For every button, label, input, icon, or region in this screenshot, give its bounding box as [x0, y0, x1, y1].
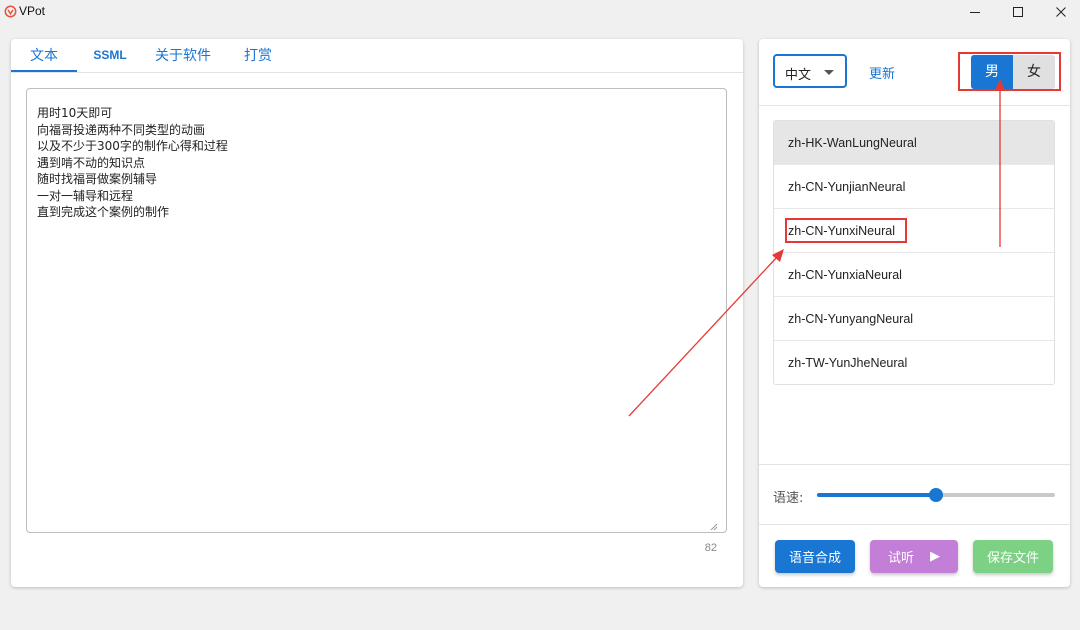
tab-tip[interactable]: 打赏 [235, 39, 281, 72]
gender-toggle: 男 女 [971, 55, 1055, 89]
editor-card: 文本 SSML 关于软件 打赏 82 [11, 39, 743, 587]
slider-thumb[interactable] [929, 488, 943, 502]
voice-item[interactable]: zh-CN-YunyangNeural [774, 297, 1054, 341]
minimize-icon [970, 12, 980, 13]
title-bar: VPot [0, 0, 1080, 24]
close-button[interactable] [1038, 0, 1080, 24]
voice-list: zh-HK-WanLungNeural zh-CN-YunjianNeural … [773, 120, 1055, 385]
app-logo-icon [4, 5, 17, 18]
listen-button[interactable]: 试听 ▶ [870, 540, 958, 573]
character-count: 82 [704, 542, 717, 554]
gender-male-button[interactable]: 男 [971, 55, 1013, 89]
synthesize-button[interactable]: 语音合成 [775, 540, 855, 573]
listen-button-label: 试听 [887, 551, 914, 566]
close-icon [1056, 7, 1066, 17]
gender-female-button[interactable]: 女 [1013, 55, 1055, 89]
voice-item[interactable]: zh-CN-YunxiNeural [774, 209, 1054, 253]
speed-label: 语速: [773, 491, 804, 506]
refresh-button[interactable]: 更新 [869, 63, 895, 82]
divider [759, 464, 1070, 465]
voice-item[interactable]: zh-HK-WanLungNeural [774, 121, 1054, 165]
slider-track [817, 493, 936, 497]
divider [759, 105, 1070, 106]
play-icon: ▶ [930, 549, 940, 564]
maximize-icon [1013, 7, 1023, 17]
tab-bar: 文本 SSML 关于软件 打赏 [11, 39, 743, 73]
voice-settings-card: 中文 更新 男 女 zh-HK-WanLungNeural zh-CN-Yunj… [759, 39, 1070, 587]
voice-item[interactable]: zh-TW-YunJheNeural [774, 341, 1054, 384]
text-input[interactable] [26, 88, 727, 533]
window-title: VPot [19, 4, 46, 18]
speed-slider[interactable] [817, 486, 1055, 504]
tab-ssml[interactable]: SSML [83, 39, 137, 72]
save-file-button-label: 保存文件 [986, 551, 1039, 566]
language-select-value: 中文 [785, 67, 812, 82]
resize-grip-icon[interactable] [710, 523, 718, 531]
language-select[interactable]: 中文 [773, 54, 847, 88]
tab-about[interactable]: 关于软件 [147, 39, 219, 72]
voice-item[interactable]: zh-CN-YunjianNeural [774, 165, 1054, 209]
divider [759, 524, 1070, 525]
minimize-button[interactable] [952, 0, 998, 24]
tab-text[interactable]: 文本 [11, 39, 77, 72]
voice-item[interactable]: zh-CN-YunxiaNeural [774, 253, 1054, 297]
maximize-button[interactable] [995, 0, 1041, 24]
caret-down-icon [824, 70, 834, 75]
save-file-button[interactable]: 保存文件 [973, 540, 1053, 573]
synthesize-button-label: 语音合成 [788, 551, 841, 566]
active-tab-indicator [11, 70, 77, 72]
